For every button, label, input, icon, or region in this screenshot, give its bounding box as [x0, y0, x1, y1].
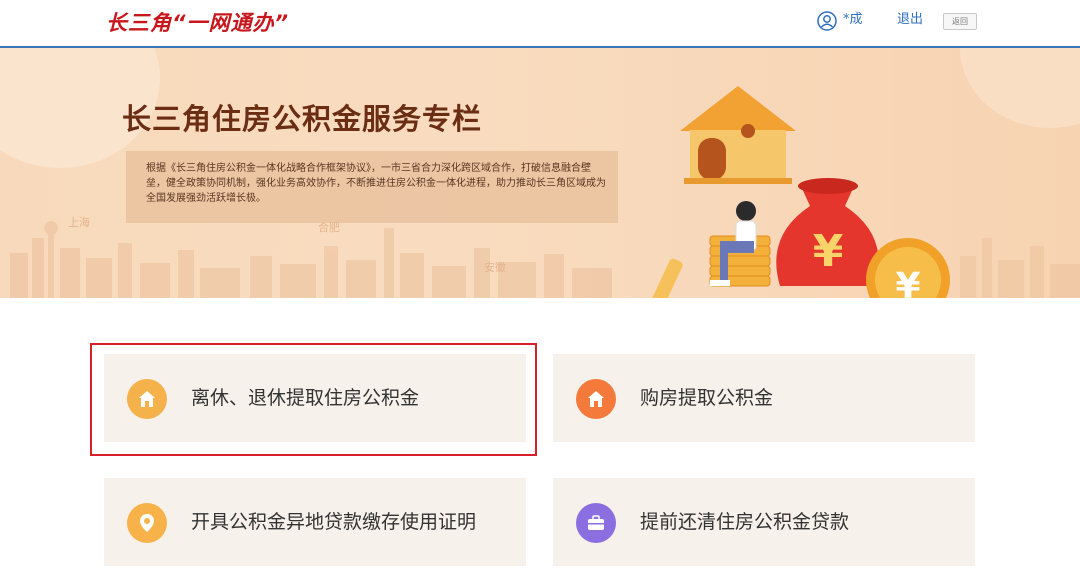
city-label: 上海 — [68, 216, 90, 229]
svg-text:¥: ¥ — [895, 266, 920, 298]
service-label: 提前还清住房公积金贷款 — [640, 511, 850, 533]
banner-decoration — [960, 48, 1080, 128]
location-pin-icon — [127, 503, 167, 543]
service-banner: 上海 合肥 安徽 长三角住房公积金服务专栏 根据《长三角住房公积金一体化战略合作… — [0, 48, 1080, 298]
service-card-loan-early-repayment[interactable]: 提前还清住房公积金贷款 — [553, 478, 975, 566]
banner-title: 长三角住房公积金服务专栏 — [122, 102, 483, 136]
user-name[interactable]: *成 — [843, 10, 863, 30]
service-label: 购房提取公积金 — [640, 387, 774, 409]
back-button[interactable]: 返回 — [943, 13, 977, 30]
selection-highlight — [90, 343, 537, 456]
service-card-remote-loan-certificate[interactable]: 开具公积金异地贷款缴存使用证明 — [104, 478, 526, 566]
svg-text:¥: ¥ — [813, 226, 844, 277]
top-header: 长三角“一网通办” *成 退出 返回 — [0, 0, 1080, 48]
city-label: 安徽 — [484, 261, 506, 274]
service-label: 开具公积金异地贷款缴存使用证明 — [191, 511, 477, 533]
housing-fund-illustration: ¥ ¥ — [651, 86, 950, 298]
site-logo[interactable]: 长三角“一网通办” — [106, 8, 289, 38]
banner-description: 根据《长三角住房公积金一体化战略合作框架协议》，一市三省合力深化跨区域合作，打破… — [126, 151, 618, 223]
user-icon[interactable] — [817, 11, 837, 31]
house-icon — [576, 379, 616, 419]
service-card-home-purchase-withdrawal[interactable]: 购房提取公积金 — [553, 354, 975, 442]
logout-link[interactable]: 退出 — [897, 10, 923, 30]
briefcase-icon — [576, 503, 616, 543]
